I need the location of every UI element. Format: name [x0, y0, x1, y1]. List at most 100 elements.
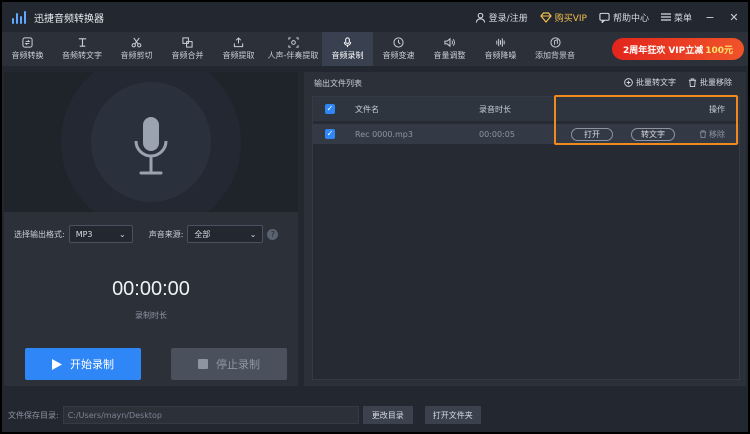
tab-volume-adjust[interactable]: 音量调整	[424, 32, 475, 66]
merge-icon	[182, 37, 193, 48]
convert-icon	[22, 37, 33, 48]
open-folder-button[interactable]: 打开文件夹	[424, 406, 481, 424]
record-options: 选择输出格式: MP3 ⌄ 声音来源: 全部 ⌄ ?	[14, 224, 294, 244]
stop-record-label: 停止录制	[216, 358, 260, 371]
row-filename: Rec 0000.mp3	[355, 129, 413, 139]
tab-audio-denoise[interactable]: 音频降噪	[475, 32, 526, 66]
trash-icon	[688, 78, 697, 87]
format-label: 选择输出格式:	[14, 229, 65, 239]
minimize-button[interactable]: −	[704, 11, 716, 24]
tab-audio-speed[interactable]: 音频变速	[373, 32, 424, 66]
start-record-button[interactable]: 开始录制	[25, 348, 141, 380]
tab-audio-cut[interactable]: 音频剪切	[111, 32, 162, 66]
open-button[interactable]: 打开	[571, 127, 613, 141]
save-dir-label: 文件保存目录:	[8, 410, 59, 420]
tab-audio-merge-label: 音频合并	[171, 51, 204, 60]
speed-icon	[393, 37, 404, 48]
select-all-checkbox[interactable]: ✓	[325, 104, 335, 114]
tab-audio-to-text[interactable]: 音频转文字	[53, 32, 111, 66]
login-label: 登录/注册	[488, 13, 528, 24]
mic-icon	[343, 37, 352, 48]
app-logo-icon	[12, 10, 26, 24]
tab-audio-speed-label: 音频变速	[382, 51, 415, 60]
batch-to-text-button[interactable]: 批量转文字	[624, 77, 676, 88]
record-timer: 00:00:00	[112, 278, 190, 300]
column-operations: 操作	[709, 104, 725, 114]
stop-record-button[interactable]: 停止录制	[171, 348, 287, 380]
convert-text-icon	[624, 78, 633, 87]
microphone-icon	[134, 117, 168, 175]
tab-vocal-extract-label: 人声-伴奏提取	[267, 51, 319, 60]
format-value: MP3	[75, 229, 93, 239]
file-table: ✓ 文件名 录音时长 操作 ✓ Rec 0000.mp3 00:00:05 打开…	[312, 96, 740, 380]
tab-audio-denoise-label: 音频降噪	[484, 51, 517, 60]
play-icon	[52, 358, 62, 370]
tab-audio-cut-label: 音频剪切	[120, 51, 153, 60]
scissors-icon	[131, 37, 142, 48]
promo-amount: 100元	[705, 45, 734, 56]
change-dir-button[interactable]: 更改目录	[362, 406, 413, 424]
tab-audio-to-text-label: 音频转文字	[62, 51, 102, 60]
format-select[interactable]: MP3 ⌄	[68, 225, 133, 243]
source-select[interactable]: 全部 ⌄	[187, 225, 264, 243]
footer-bar: 文件保存目录: C:/Users/mayn/Desktop 更改目录 打开文件夹	[2, 402, 748, 428]
menu-button[interactable]: 菜单	[660, 11, 692, 24]
tab-audio-record[interactable]: 音频录制	[322, 32, 373, 66]
remove-label: 移除	[709, 129, 725, 139]
output-title: 输出文件列表	[314, 79, 362, 88]
start-record-label: 开始录制	[70, 358, 114, 371]
record-timer-label: 录制时长	[135, 311, 167, 320]
to-text-button[interactable]: 转文字	[631, 127, 675, 141]
promo-banner[interactable]: 2周年狂欢 VIP立减 100元	[612, 38, 744, 60]
source-label: 声音来源:	[148, 229, 184, 239]
bgm-icon	[549, 37, 561, 48]
stop-icon	[198, 359, 208, 369]
hamburger-icon	[660, 13, 671, 21]
denoise-icon	[496, 38, 505, 47]
login-link[interactable]: 登录/注册	[475, 11, 528, 24]
output-panel: 输出文件列表 批量转文字 批量移除 ✓ 文件名 录音时长 操作 ✓ Rec 00…	[304, 72, 746, 386]
source-value: 全部	[194, 229, 211, 239]
table-header: ✓ 文件名 录音时长 操作	[313, 97, 739, 121]
tab-audio-convert[interactable]: 音频转换	[2, 32, 53, 66]
column-filename: 文件名	[355, 104, 379, 114]
buy-vip-button[interactable]: 购买VIP	[539, 11, 587, 24]
app-title: 迅捷音频转换器	[34, 13, 104, 25]
extract-icon	[233, 37, 244, 48]
audio-text-icon	[78, 38, 86, 47]
mic-visual	[4, 72, 298, 212]
tab-add-bgm-label: 添加背景音	[535, 51, 575, 60]
vocal-icon	[287, 37, 299, 48]
tab-vocal-extract[interactable]: 人声-伴奏提取	[264, 32, 322, 66]
column-duration: 录音时长	[479, 104, 511, 114]
batch-remove-button[interactable]: 批量移除	[688, 77, 732, 88]
tab-audio-convert-label: 音频转换	[11, 51, 44, 60]
row-checkbox[interactable]: ✓	[325, 129, 335, 139]
close-button[interactable]: ✕	[728, 11, 740, 24]
batch-remove-label: 批量移除	[700, 78, 732, 87]
chat-icon	[599, 12, 610, 23]
buy-vip-label: 购买VIP	[554, 13, 587, 24]
tab-audio-record-label: 音频录制	[331, 51, 364, 60]
user-icon	[475, 12, 485, 23]
tab-audio-merge[interactable]: 音频合并	[162, 32, 213, 66]
help-center-link[interactable]: 帮助中心	[599, 11, 649, 24]
help-center-label: 帮助中心	[612, 13, 649, 24]
menu-label: 菜单	[673, 13, 692, 24]
title-bar: 迅捷音频转换器 登录/注册 购买VIP 帮助中心 菜单 − ✕	[2, 2, 748, 32]
tab-add-bgm[interactable]: 添加背景音	[526, 32, 584, 66]
recorder-panel: 选择输出格式: MP3 ⌄ 声音来源: 全部 ⌄ ? 00:00:00 录制时长…	[4, 72, 298, 386]
help-icon[interactable]: ?	[267, 228, 279, 240]
chevron-down-icon: ⌄	[119, 229, 126, 239]
batch-to-text-label: 批量转文字	[636, 78, 676, 87]
table-row[interactable]: ✓ Rec 0000.mp3 00:00:05 打开 转文字 移除	[313, 124, 739, 144]
tab-audio-extract[interactable]: 音频提取	[213, 32, 264, 66]
row-duration: 00:00:05	[479, 129, 515, 139]
diamond-icon	[539, 11, 552, 23]
save-dir-input[interactable]: C:/Users/mayn/Desktop	[62, 406, 359, 424]
remove-button[interactable]: 移除	[699, 129, 725, 140]
chevron-down-icon: ⌄	[249, 229, 257, 239]
trash-icon	[699, 130, 707, 138]
function-toolbar: 音频转换 音频转文字 音频剪切 音频合并 音频提取 人声-伴奏提取 音频录制 音…	[2, 32, 748, 66]
tab-audio-extract-label: 音频提取	[222, 51, 255, 60]
